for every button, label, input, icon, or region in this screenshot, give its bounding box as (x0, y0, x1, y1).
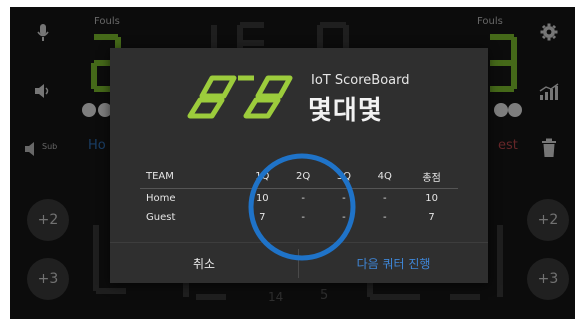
brand-title: IoT ScoreBoard (311, 73, 410, 88)
brand-name: 몇대몇 (308, 96, 383, 126)
row-team-home: Home (146, 193, 176, 204)
header-team: TEAM (140, 164, 242, 189)
highlight-circle (248, 153, 356, 261)
table-cell: - (382, 212, 387, 223)
header-4q: 4Q (364, 164, 406, 189)
scoreboard-screen: Fouls Fouls Sub Ho est +2 +3 +2 +3 14 5 (10, 7, 575, 319)
brand-logo (187, 75, 293, 119)
table-cell: - (382, 193, 387, 204)
row-team-guest: Guest (146, 212, 176, 223)
table-cell: 10 (425, 193, 438, 204)
header-total: 총점 (405, 164, 458, 189)
table-cell: 7 (428, 212, 435, 223)
